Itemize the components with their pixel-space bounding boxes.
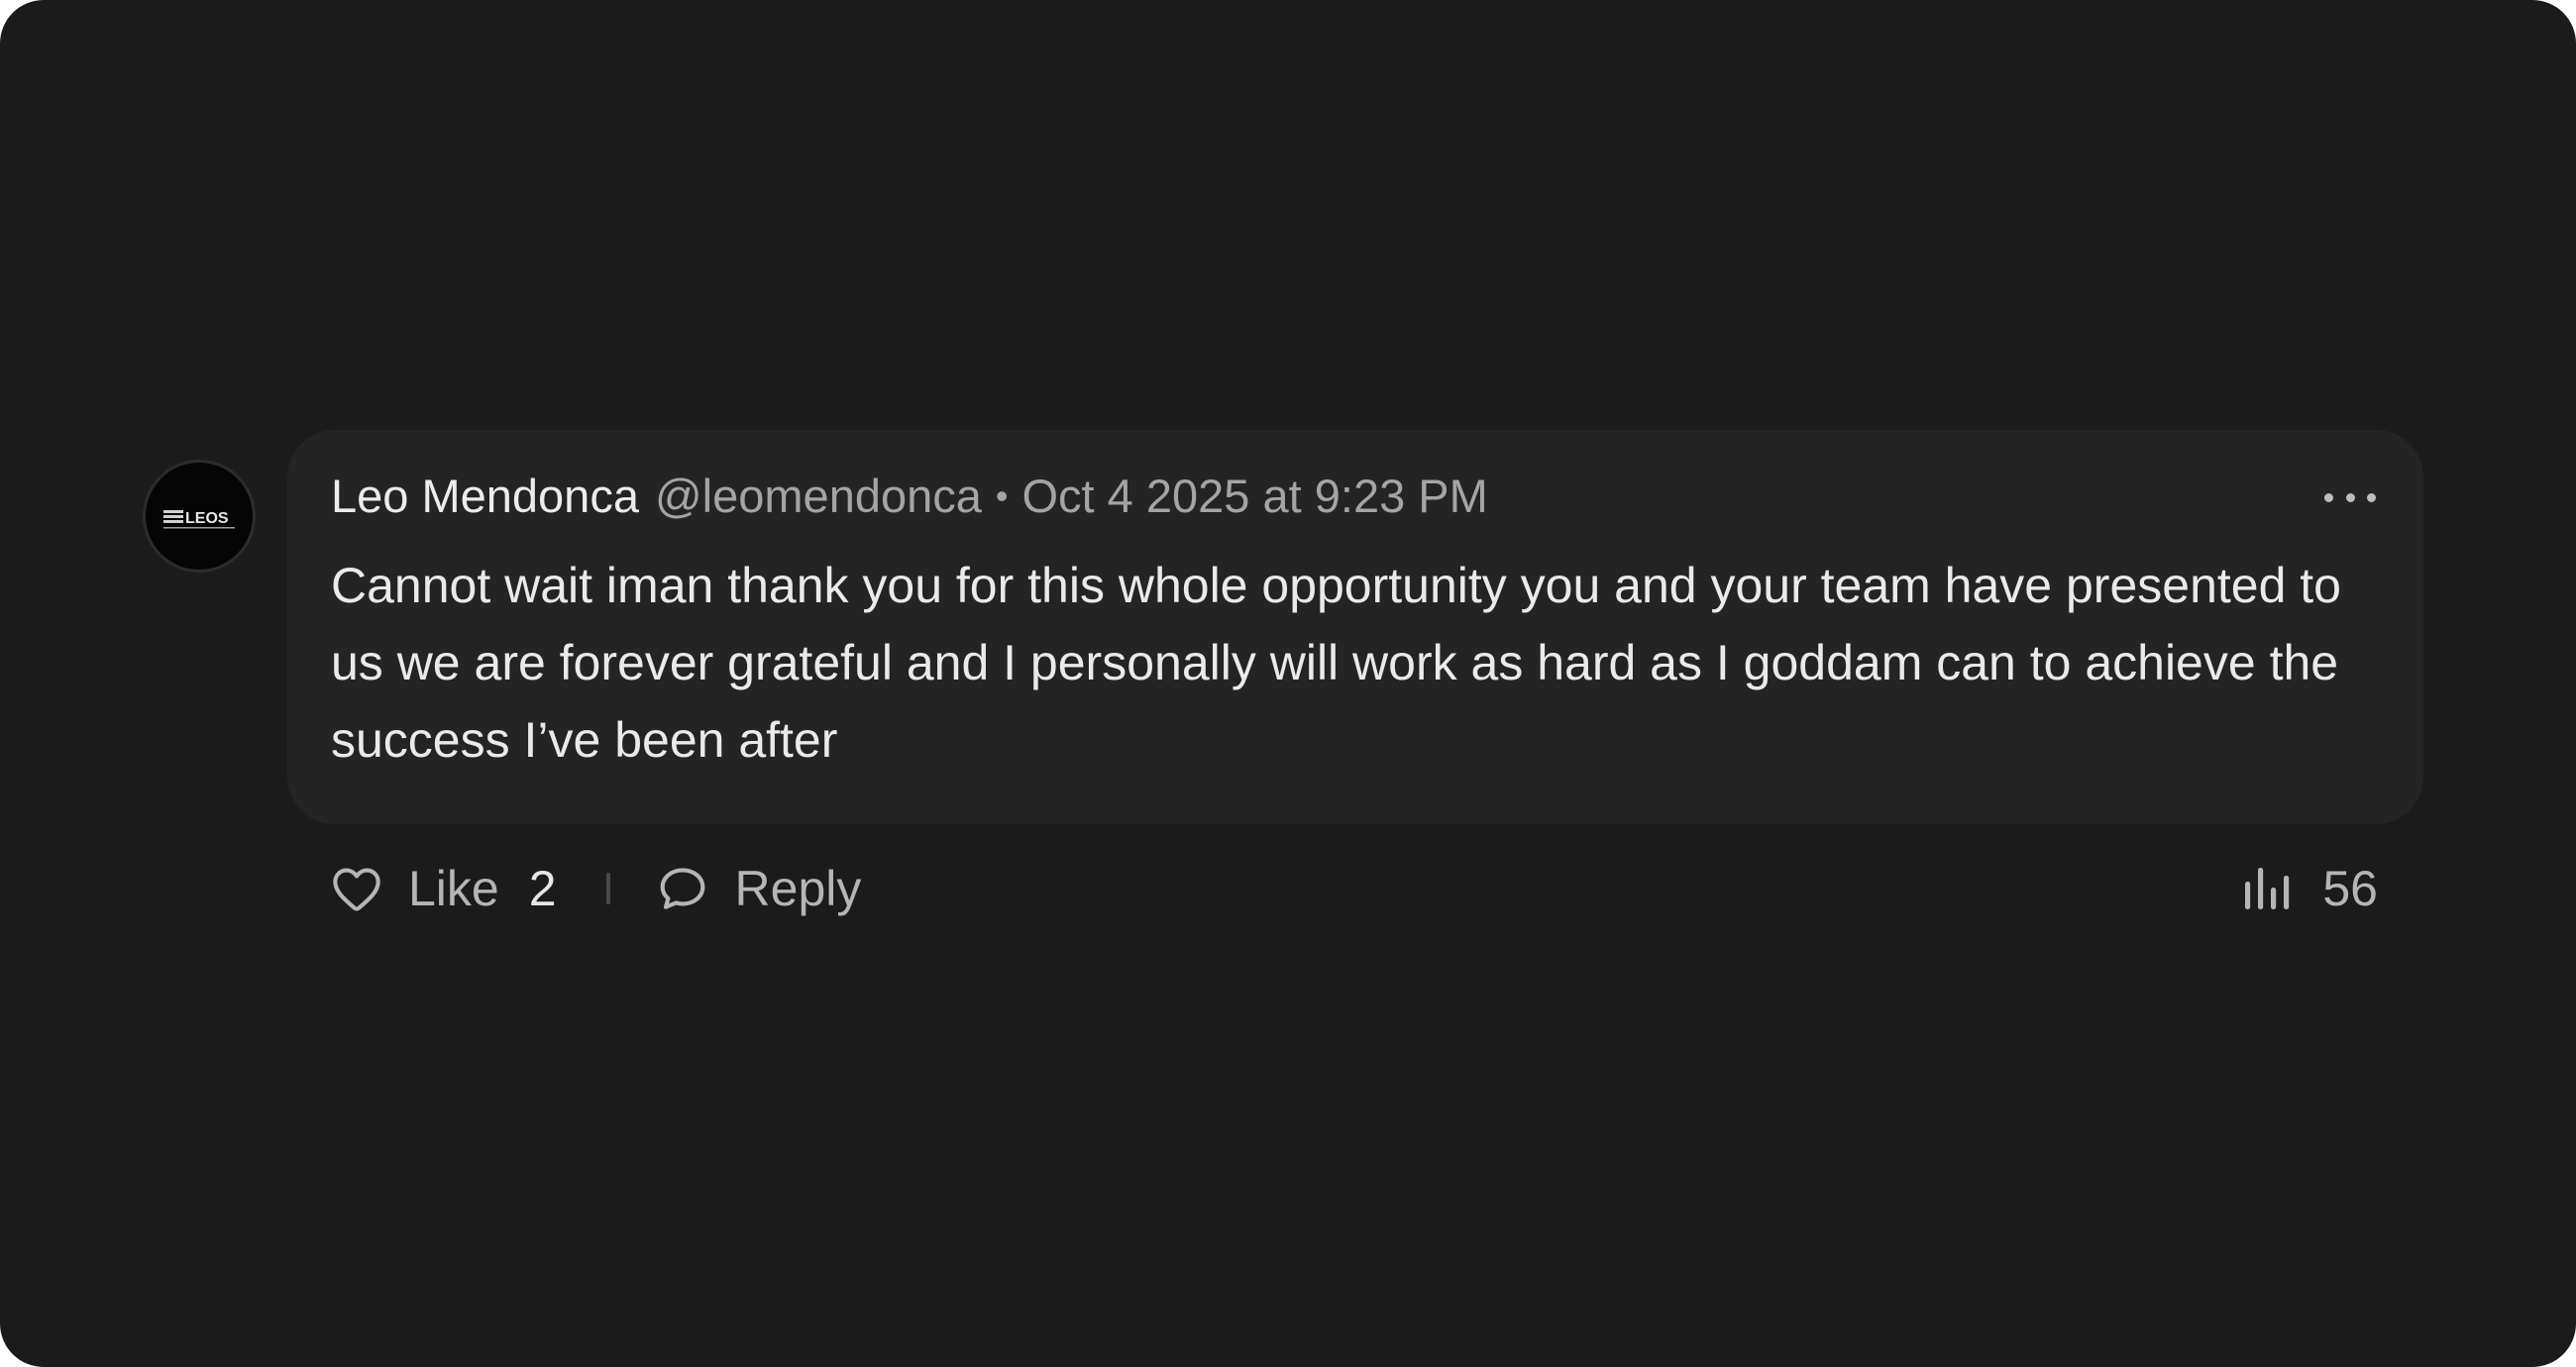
leos-logo-icon: LEOS: [163, 510, 235, 529]
author-handle[interactable]: @leomendonca: [655, 464, 982, 529]
bar-chart-icon: [2245, 868, 2290, 909]
author-name[interactable]: Leo Mendonca: [331, 464, 639, 529]
more-options-button[interactable]: [2324, 489, 2376, 505]
more-horizontal-icon-dot: [2367, 492, 2376, 502]
more-horizontal-icon-dot: [2324, 492, 2333, 502]
like-count: 2: [528, 861, 557, 916]
actions-divider: [605, 873, 610, 904]
avatar[interactable]: LEOS: [143, 460, 256, 573]
views-count: 56: [2322, 861, 2378, 916]
comment-body: Cannot wait iman thank you for this whol…: [331, 558, 2341, 768]
comment-timestamp: Oct 4 2025 at 9:23 PM: [1021, 470, 1488, 522]
header-separator: •: [995, 475, 1009, 516]
reply-button[interactable]: Reply: [656, 860, 862, 917]
heart-outline-icon: [333, 868, 380, 911]
comment-header: Leo Mendonca @leomendonca • Oct 4 2025 a…: [331, 464, 1488, 529]
comment-actions: Like 2 Reply: [331, 854, 861, 923]
more-horizontal-icon-dot: [2345, 492, 2355, 502]
speech-bubble-icon: [660, 868, 704, 909]
comment-card-frame: LEOS Leo Mendonca @leomendonca • Oct 4 2…: [0, 0, 2576, 1367]
views-counter[interactable]: 56: [2243, 854, 2378, 923]
avatar-logo-text: LEOS: [185, 510, 229, 527]
reply-label: Reply: [734, 861, 862, 916]
like-button[interactable]: Like 2: [331, 860, 557, 917]
comment-bubble: Leo Mendonca @leomendonca • Oct 4 2025 a…: [287, 430, 2423, 824]
like-label: Like: [408, 861, 499, 916]
